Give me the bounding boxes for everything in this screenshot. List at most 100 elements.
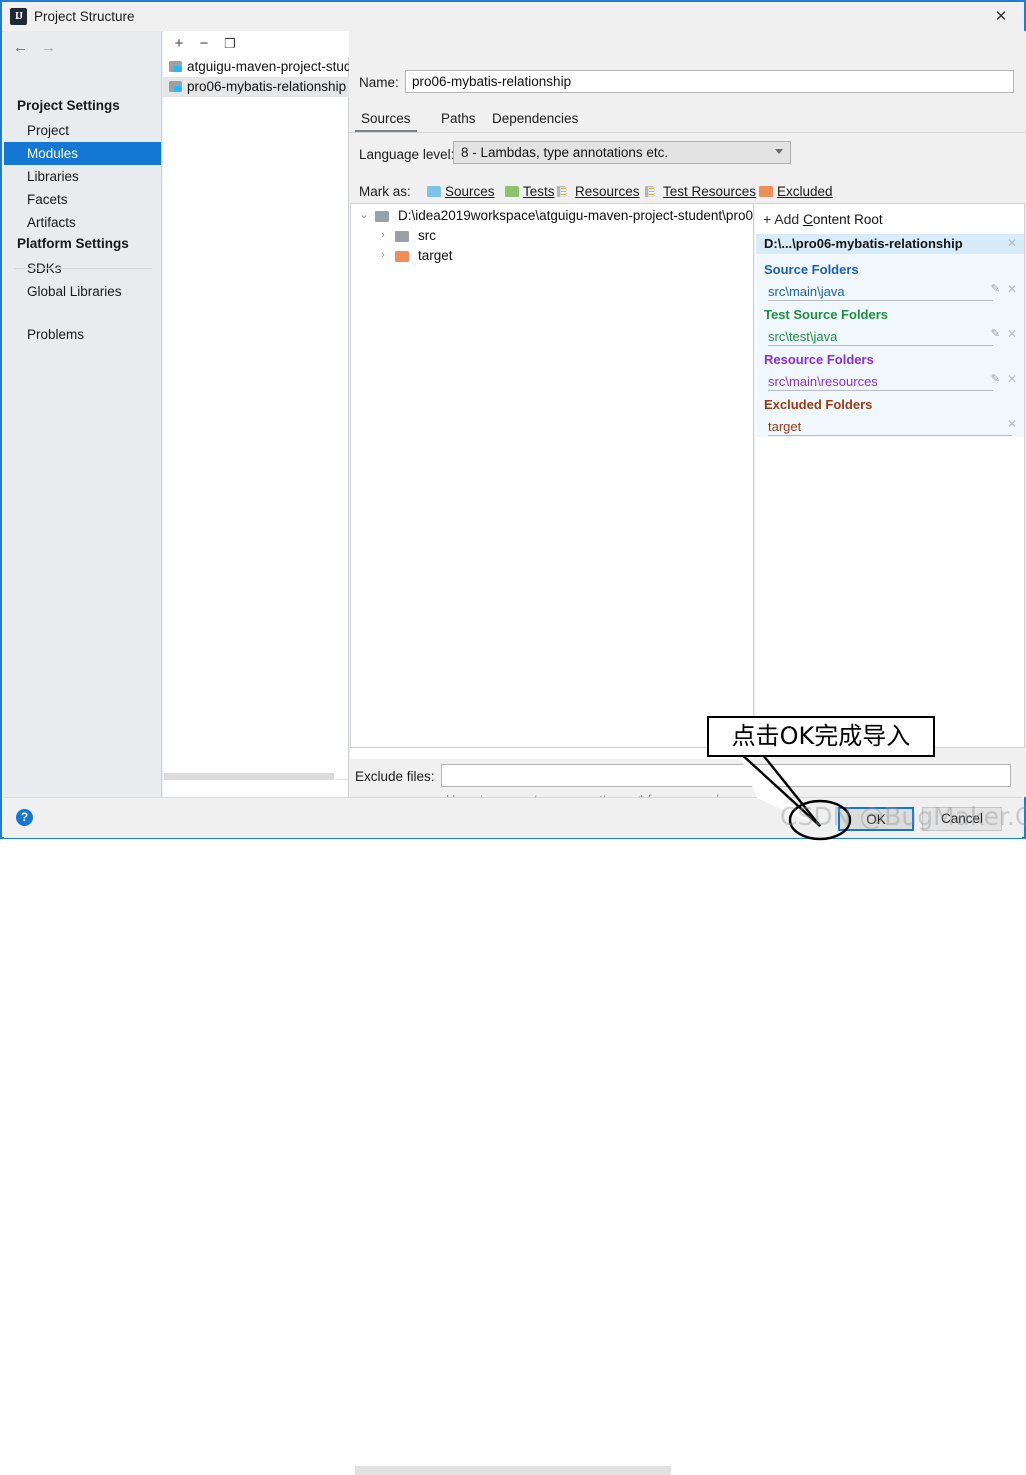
excluded-folders-title: Excluded Folders	[764, 397, 873, 412]
mark-as-label: Mark as:	[359, 184, 411, 199]
folder-excluded-icon	[395, 251, 409, 262]
language-level-label: Language level:	[359, 147, 455, 162]
add-module-icon[interactable]: +	[169, 34, 189, 54]
exclude-files-label: Exclude files:	[355, 769, 435, 784]
sidebar-item-artifacts[interactable]: Artifacts	[4, 211, 161, 234]
modules-toolbar: + − ❐	[163, 31, 349, 57]
exclude-files-input[interactable]	[441, 764, 1011, 787]
forward-arrow-icon[interactable]: →	[41, 39, 56, 56]
help-icon[interactable]: ?	[16, 809, 33, 826]
folder-excluded-icon	[759, 186, 773, 197]
mark-as-resources-label: Resources	[575, 184, 640, 199]
mark-as-test-resources-label: Test Resources	[663, 184, 757, 199]
sidebar: ← → Project Settings Project Modules Lib…	[4, 31, 162, 797]
tree-row[interactable]: ⌄ D:\idea2019workspace\atguigu-maven-pro…	[351, 206, 753, 226]
mark-as-tests[interactable]: Tests	[505, 184, 555, 199]
tab-sources[interactable]: Sources	[355, 107, 417, 132]
edit-resource-folder-icon[interactable]: ✎	[991, 372, 1000, 385]
module-list-item-label: atguigu-maven-project-student	[187, 59, 349, 74]
modules-scrollbar-thumb[interactable]	[164, 773, 334, 780]
language-level-select[interactable]: 8 - Lambdas, type annotations etc.	[453, 141, 791, 164]
tree-scrollbar-thumb[interactable]	[355, 1466, 671, 1475]
sidebar-item-libraries[interactable]: Libraries	[4, 165, 161, 188]
add-content-root-button[interactable]: + Add Content Root	[763, 211, 883, 227]
editor-tabs: Sources Paths Dependencies	[349, 107, 1026, 133]
mark-as-tests-label: Tests	[523, 184, 555, 199]
content-tree-panel[interactable]: ⌄ D:\idea2019workspace\atguigu-maven-pro…	[350, 203, 754, 748]
sidebar-item-problems[interactable]: Problems	[4, 323, 161, 346]
folder-tests-icon	[505, 186, 519, 197]
module-name-input[interactable]	[405, 70, 1014, 93]
modules-list-panel: + − ❐ atguigu-maven-project-student pro0…	[163, 31, 349, 797]
resource-folder-path: src\main\resources	[768, 374, 878, 389]
folder-resources-icon	[557, 186, 567, 197]
sidebar-group-project-settings: Project Settings	[17, 98, 120, 113]
sidebar-item-project[interactable]: Project	[4, 119, 161, 142]
mark-as-sources-label: Sources	[445, 184, 495, 199]
sidebar-item-modules[interactable]: Modules	[4, 142, 161, 165]
folder-sources-icon	[427, 186, 441, 197]
chevron-down-icon	[775, 149, 783, 154]
resource-folders-title: Resource Folders	[764, 352, 874, 367]
title-bar: IJ Project Structure ✕	[2, 2, 1024, 32]
remove-content-root-icon[interactable]: ✕	[1007, 236, 1017, 250]
project-structure-dialog: IJ Project Structure ✕ ← → Project Setti…	[0, 0, 1026, 1475]
entry-rule	[768, 300, 993, 301]
chevron-right-icon[interactable]: ›	[376, 246, 390, 266]
folder-icon	[375, 211, 389, 222]
content-root-path: D:\...\pro06-mybatis-relationship	[764, 236, 963, 251]
content-root-header: D:\...\pro06-mybatis-relationship ✕	[756, 234, 1024, 254]
folder-test-resources-icon	[645, 186, 655, 197]
tree-row[interactable]: › src	[351, 226, 436, 246]
remove-test-source-folder-icon[interactable]: ✕	[1007, 327, 1017, 341]
add-content-root-prefix: + Add	[763, 211, 804, 227]
sidebar-item-global-libraries[interactable]: Global Libraries	[4, 280, 161, 303]
sidebar-item-facets[interactable]: Facets	[4, 188, 161, 211]
window-title: Project Structure	[34, 9, 135, 24]
language-level-value: 8 - Lambdas, type annotations etc.	[461, 145, 669, 160]
sidebar-divider	[14, 268, 152, 269]
excluded-folder-path: target	[768, 419, 802, 434]
chevron-right-icon[interactable]: ›	[376, 226, 390, 246]
module-folder-icon	[169, 61, 182, 72]
edit-source-folder-icon[interactable]: ✎	[991, 282, 1000, 295]
sidebar-group-platform-settings: Platform Settings	[17, 236, 129, 251]
source-folder-path: src\main\java	[768, 284, 845, 299]
content-root-block: D:\...\pro06-mybatis-relationship ✕ Sour…	[756, 234, 1024, 437]
add-content-root-suffix: ontent Root	[812, 212, 883, 227]
annotation-callout-text: 点击OK完成导入	[731, 722, 911, 750]
tree-row-label: target	[418, 248, 453, 263]
module-folder-icon	[169, 81, 182, 92]
module-list-item-label: pro06-mybatis-relationship	[187, 79, 347, 94]
chevron-down-icon[interactable]: ⌄	[357, 206, 371, 226]
tabs-underline	[349, 132, 1026, 133]
edit-test-source-folder-icon[interactable]: ✎	[991, 327, 1000, 340]
mark-as-excluded[interactable]: Excluded	[759, 184, 833, 199]
close-icon[interactable]: ✕	[978, 2, 1024, 31]
tab-dependencies[interactable]: Dependencies	[492, 107, 578, 132]
module-list-item[interactable]: pro06-mybatis-relationship	[163, 77, 349, 97]
mark-as-sources[interactable]: Sources	[427, 184, 495, 199]
remove-resource-folder-icon[interactable]: ✕	[1007, 372, 1017, 386]
intellij-idea-icon: IJ	[10, 8, 27, 25]
mark-as-excluded-label: Excluded	[777, 184, 833, 199]
remove-module-icon[interactable]: −	[194, 34, 214, 54]
tab-paths[interactable]: Paths	[441, 107, 476, 132]
back-arrow-icon[interactable]: ←	[13, 39, 28, 56]
mark-as-resources[interactable]: Resources	[557, 184, 640, 199]
module-list-item[interactable]: atguigu-maven-project-student	[163, 57, 349, 77]
cancel-button[interactable]: Cancel	[922, 807, 1002, 831]
modules-horizontal-scrollbar[interactable]	[163, 773, 348, 789]
tree-horizontal-scrollbar[interactable]	[350, 748, 754, 1475]
remove-source-folder-icon[interactable]: ✕	[1007, 282, 1017, 296]
entry-rule	[768, 435, 1012, 436]
folder-icon	[395, 231, 409, 242]
ok-button[interactable]: OK	[838, 807, 914, 831]
name-label: Name:	[359, 75, 399, 90]
content-roots-panel: + Add Content Root D:\...\pro06-mybatis-…	[755, 203, 1025, 748]
mark-as-test-resources[interactable]: Test Resources	[645, 184, 756, 199]
sidebar-nav: ← →	[4, 31, 162, 61]
tree-row[interactable]: › target	[351, 246, 453, 266]
remove-excluded-folder-icon[interactable]: ✕	[1007, 417, 1017, 431]
copy-module-icon[interactable]: ❐	[220, 34, 240, 54]
